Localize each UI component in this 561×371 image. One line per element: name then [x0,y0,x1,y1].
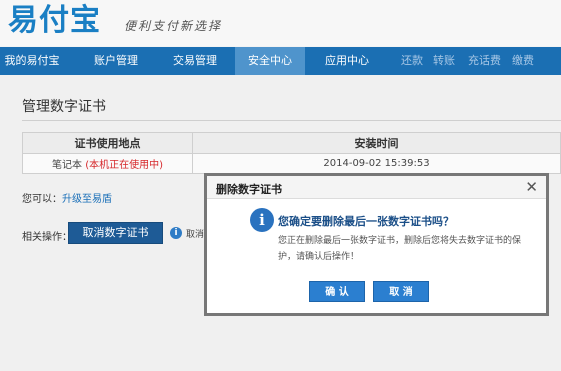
nav-item-security-center[interactable]: 安全中心 [235,47,305,75]
table-row: 笔记本 (本机正在使用中) 2014-09-02 15:39:53 [22,153,561,174]
cell-location: 笔记本 (本机正在使用中) [22,153,193,174]
cancel-certificate-button[interactable]: 取消数字证书 [68,222,163,244]
nav-item-app-center[interactable]: 应用中心 [312,47,382,75]
dialog-question: 您确定要删除最后一张数字证书吗？ [278,215,454,228]
column-header-location: 证书使用地点 [22,132,193,154]
certificate-table: 证书使用地点 安装时间 笔记本 (本机正在使用中) 2014-09-02 15:… [22,132,561,174]
can-label: 您可以： [22,194,62,205]
nav-item-my-account[interactable]: 我的易付宝 [0,47,64,75]
nav-link-payment[interactable]: 缴费 [512,47,534,75]
dialog-description: 您正在删除最后一张数字证书，删除后您将失去数字证书的保护，请确认后操作！ [278,236,522,262]
delete-certificate-dialog: 删除数字证书 ✕ i 您确定要删除最后一张数字证书吗？ 您正在删除最后一张数字证… [204,173,549,316]
related-operations-label: 相关操作： [22,232,72,243]
page-title: 管理数字证书 [22,99,106,115]
nav-item-account-management[interactable]: 账户管理 [80,47,152,75]
in-use-status: (本机正在使用中) [85,160,163,171]
column-header-install-time: 安装时间 [192,132,561,154]
upgrade-link[interactable]: 升级至易盾 [62,194,112,205]
close-icon[interactable]: ✕ [525,178,538,196]
dialog-header: 删除数字证书 ✕ [207,176,546,199]
info-circle-icon: i [250,208,274,232]
cancel-button[interactable]: 取 消 [373,281,429,302]
slogan: 便利支付新选择 [124,19,223,33]
options-line: 您可以：升级至易盾 [22,190,112,205]
info-icon: i [170,227,182,239]
nav-item-trade-management[interactable]: 交易管理 [160,47,230,75]
nav-link-transfer[interactable]: 转账 [433,47,455,75]
logo[interactable]: 易付宝 [8,3,101,39]
location-name: 笔记本 [52,160,82,171]
main-nav: 我的易付宝 账户管理 交易管理 安全中心 应用中心 还款 转账 充话费 缴费 [0,47,561,75]
confirm-button[interactable]: 确 认 [309,281,365,302]
title-divider [22,120,561,121]
header: 易付宝 便利支付新选择 [0,0,561,46]
nav-link-recharge[interactable]: 充话费 [468,47,501,75]
table-header-row: 证书使用地点 安装时间 [22,132,561,154]
cell-install-time: 2014-09-02 15:39:53 [192,153,561,174]
dialog-title: 删除数字证书 [216,183,282,196]
nav-link-repay[interactable]: 还款 [401,47,423,75]
